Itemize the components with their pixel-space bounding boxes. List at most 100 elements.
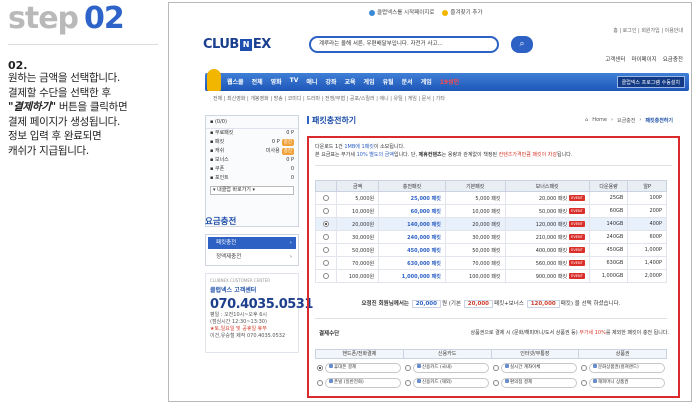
table-row[interactable]: 20,000원 140,000 패킷 20,000 패킷 120,000 패킷 EVEN… — [314, 217, 667, 231]
table-row[interactable]: 100,000원 1,000,000 패킷 100,000 패킷 900,000 패킷… — [314, 269, 667, 283]
table-row[interactable]: 5,000원 25,000 패킷 5,000 패킷 20,000 패킷 EVENT 25G… — [314, 191, 667, 205]
payment-option[interactable]: 실시간 계좌이체 — [493, 362, 577, 374]
status-row: ▪ 보너스 0 P — [210, 157, 294, 163]
nav-item-adult[interactable]: 19성인 — [440, 77, 459, 86]
payment-option-button[interactable]: 신용카드 (국내) — [413, 363, 489, 373]
payment-option-button[interactable]: 실시간 계좌이체 — [501, 363, 577, 373]
payment-note: 상품권으로 결제 시 (문화/해피머니/도서 상품권 등) 부가세 10%를 제… — [470, 330, 669, 336]
charge-badge[interactable]: 충전 — [281, 148, 294, 155]
payment-radio[interactable] — [317, 365, 323, 371]
utility-links: 고객센터 마이페이지 요금충전 — [605, 55, 683, 63]
customer-center-box: CLUBNEX CUSTOMER CENTER 클럽넥스 고객센터 070.40… — [205, 273, 313, 353]
nav-item[interactable]: 강좌 — [325, 77, 336, 86]
section-title: 요금충전 — [205, 217, 237, 227]
packet-radio[interactable] — [323, 246, 330, 253]
search-input[interactable]: 계루라는 올해 서른, 우편배달부입니다. 자전거 사고... — [309, 36, 499, 53]
selection-summary: 오정진 회원님께서는 20,000 원 (기본 20,000 패킷+보너스 120,… — [315, 299, 667, 319]
payment-column: 신용카드 (국내) 신용카드 (해외) — [403, 359, 491, 395]
event-badge: EVENT — [569, 247, 585, 253]
payment-option-button[interactable]: 신용카드 (해외) — [413, 378, 489, 388]
menu-packet-charge[interactable]: 패킷충전 — [208, 237, 296, 249]
payment-radio[interactable] — [493, 380, 499, 386]
status-row: ▪ 쿠폰 0 — [210, 166, 294, 172]
search-button[interactable]: ⌕ — [511, 36, 533, 53]
packet-radio[interactable] — [323, 220, 330, 227]
step-description: 원하는 금액을 선택합니다. 결제할 수단을 선택한 후 "결제하기" 버튼을 … — [8, 72, 128, 157]
payment-option-button[interactable]: 문화상품권(컬쳐랜드) — [589, 363, 665, 373]
charge-badge[interactable]: 충전 — [281, 139, 294, 146]
nav-item[interactable]: 웹스쿨 — [227, 77, 244, 86]
star-icon — [442, 9, 449, 16]
nav-item[interactable]: 게임 — [364, 77, 375, 86]
payment-option-button[interactable]: 해피머니 상품권 — [589, 378, 665, 388]
packet-radio[interactable] — [323, 259, 330, 266]
payment-option[interactable]: 문화상품권(컬쳐랜드) — [581, 362, 665, 374]
table-row[interactable]: 70,000원 630,000 패킷 70,000 패킷 560,000 패킷 EVEN… — [314, 256, 667, 270]
home-icon — [369, 9, 375, 16]
add-favorite-link[interactable]: 즐겨찾기 추가 — [442, 8, 483, 16]
nav-item[interactable]: 애니 — [306, 77, 317, 86]
nav-item[interactable]: 교육 — [345, 77, 356, 86]
payment-option-button[interactable]: 휴대폰 결제 — [325, 363, 401, 373]
table-row[interactable]: 10,000원 60,000 패킷 10,000 패킷 50,000 패킷 EVENT 6… — [314, 204, 667, 218]
nav-item[interactable]: 문서 — [402, 77, 413, 86]
sub-nav[interactable]: 전체 | 최신영화 | 개봉영화 | 방송 | 코미디 | 드라마 | 전쟁/무… — [213, 95, 445, 102]
club-quick-select[interactable]: ▾ 내클럽 바로가기 ▾ — [210, 186, 294, 195]
main-nav: 웹스쿨 전체 영화 TV 애니 강좌 교육 게임 유틸 문서 게임 19성인 클… — [205, 69, 689, 91]
nav-item[interactable]: TV — [290, 77, 299, 86]
table-row[interactable]: 30,000원 240,000 패킷 30,000 패킷 210,000 패킷 EVEN… — [314, 230, 667, 244]
status-row: ▪ 패킷 0 P 충전 — [210, 139, 294, 146]
payment-radio[interactable] — [581, 380, 587, 386]
mypage-link[interactable]: 마이페이지 — [631, 55, 656, 63]
event-badge: EVENT — [569, 208, 585, 214]
payment-icon — [417, 364, 421, 368]
site-screenshot: 클럽넥스를 시작페이지로 즐겨찾기 추가 홈 | 로그인 | 회원가입 | 이용… — [168, 2, 692, 402]
payment-option[interactable]: 신용카드 (해외) — [405, 377, 489, 389]
payment-radio[interactable] — [493, 365, 499, 371]
user-status-box: ▪ (0/0) ▪ 무료패킷 0 P ▪ 패킷 0 P 충전 ▪ 캐쉬 미사용 충전 ▪ … — [205, 115, 299, 227]
payment-option[interactable]: 해피머니 상품권 — [581, 377, 665, 389]
packet-radio[interactable] — [323, 207, 330, 214]
account-links[interactable]: 홈 | 로그인 | 회원가입 | 이용안내 — [613, 27, 683, 34]
packet-radio[interactable] — [323, 233, 330, 240]
payment-option[interactable]: 휴대폰 결제 — [317, 362, 401, 374]
event-badge: EVENT — [569, 234, 585, 240]
nav-item[interactable]: 전체 — [252, 77, 263, 86]
nav-item[interactable]: 영화 — [271, 77, 282, 86]
payment-icon — [417, 379, 421, 383]
payment-method-label: 결제수단 — [319, 331, 340, 337]
event-badge: EVENT — [569, 260, 585, 266]
customer-center-link[interactable]: 고객센터 — [605, 55, 625, 63]
charge-link[interactable]: 요금충전 — [663, 55, 683, 63]
payment-option[interactable]: 편의점 결제 — [493, 377, 577, 389]
top-bar: 클럽넥스를 시작페이지로 즐겨찾기 추가 — [169, 3, 691, 21]
status-row: ▪ 무료패킷 0 P — [210, 130, 294, 136]
event-badge: EVENT — [569, 221, 585, 227]
payment-radio[interactable] — [405, 365, 411, 371]
payment-radio[interactable] — [405, 380, 411, 386]
set-homepage-link[interactable]: 클럽넥스를 시작페이지로 — [369, 8, 434, 16]
payment-option-button[interactable]: 편의점 결제 — [501, 378, 577, 388]
charge-menu: 패킷충전 정액제충전 — [205, 234, 299, 266]
table-row[interactable]: 50,000원 450,000 패킷 50,000 패킷 400,000 패킷 EVEN… — [314, 243, 667, 257]
medal-icon — [207, 69, 221, 91]
payment-radio[interactable] — [581, 365, 587, 371]
payment-option[interactable]: 폰빌 (일반전화) — [317, 377, 401, 389]
packet-radio[interactable] — [323, 194, 330, 201]
payment-icon — [329, 364, 333, 368]
nav-item[interactable]: 유틸 — [383, 77, 394, 86]
manual-install-button[interactable]: 클럽넥스 프로그램 수동설치 — [616, 76, 685, 88]
payment-option[interactable]: 신용카드 (국내) — [405, 362, 489, 374]
instruction-panel: step 02 02. 원하는 금액을 선택합니다. 결제할 수단을 선택한 후 … — [0, 0, 166, 402]
site-logo[interactable]: CLUB N EX — [203, 37, 271, 52]
divider — [8, 44, 158, 45]
packet-radio[interactable] — [323, 272, 330, 279]
payment-option-button[interactable]: 폰빌 (일반전화) — [325, 378, 401, 388]
nav-item[interactable]: 게임 — [421, 77, 432, 86]
breadcrumb: ⌂ Home › 요금충전 › 패킷충전하기 — [585, 117, 673, 124]
payment-options: 핸드폰/전화결제 신용카드 인터넷/무통장 상품권 휴대폰 결제 폰빌 (일반전화… — [315, 349, 667, 395]
menu-flat-charge[interactable]: 정액제충전 — [208, 251, 296, 263]
event-badge: EVENT — [569, 195, 585, 201]
payment-radio[interactable] — [317, 380, 323, 386]
home-icon[interactable]: ⌂ — [585, 117, 588, 124]
